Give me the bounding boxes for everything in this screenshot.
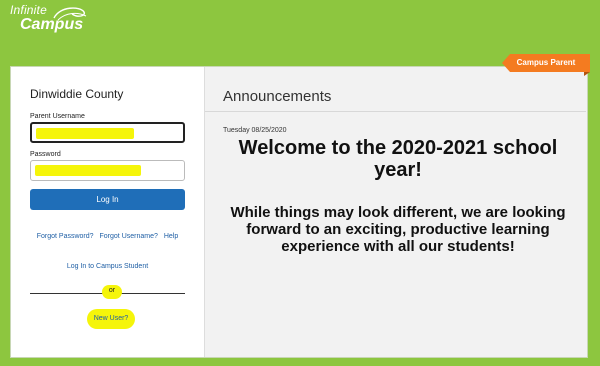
- announcements-title: Announcements: [223, 88, 332, 105]
- campus-parent-badge: Campus Parent: [502, 54, 590, 72]
- username-label: Parent Username: [30, 113, 85, 120]
- password-input[interactable]: [31, 161, 188, 180]
- login-button[interactable]: Log In: [30, 189, 185, 210]
- infinite-campus-logo: Infinite Campus: [10, 4, 87, 33]
- password-label: Password: [30, 151, 61, 158]
- campus-student-link[interactable]: Log In to Campus Student: [11, 263, 204, 270]
- help-links: Forgot Password? Forgot Username? Help: [11, 233, 204, 240]
- swoosh-icon: [53, 7, 87, 21]
- username-input[interactable]: [32, 124, 187, 141]
- announcements-panel: Announcements Tuesday 08/25/2020 Welcome…: [204, 67, 587, 357]
- username-field[interactable]: [30, 122, 187, 143]
- login-panel: Dinwiddie County Parent Username Passwor…: [11, 67, 204, 357]
- help-link[interactable]: Help: [164, 233, 178, 240]
- announcement-body: While things may look different, we are …: [230, 204, 566, 255]
- login-card: Dinwiddie County Parent Username Passwor…: [10, 66, 588, 358]
- password-field[interactable]: [30, 160, 188, 181]
- announcements-divider: [205, 111, 586, 112]
- badge-fold: [584, 72, 590, 76]
- announcement-date: Tuesday 08/25/2020: [223, 127, 287, 134]
- forgot-password-link[interactable]: Forgot Password?: [37, 233, 94, 240]
- new-user-link[interactable]: New User?: [87, 315, 135, 322]
- forgot-username-link[interactable]: Forgot Username?: [100, 233, 158, 240]
- announcement-headline: Welcome to the 2020-2021 school year!: [238, 137, 558, 181]
- or-label: or: [108, 287, 116, 294]
- district-name: Dinwiddie County: [30, 87, 124, 101]
